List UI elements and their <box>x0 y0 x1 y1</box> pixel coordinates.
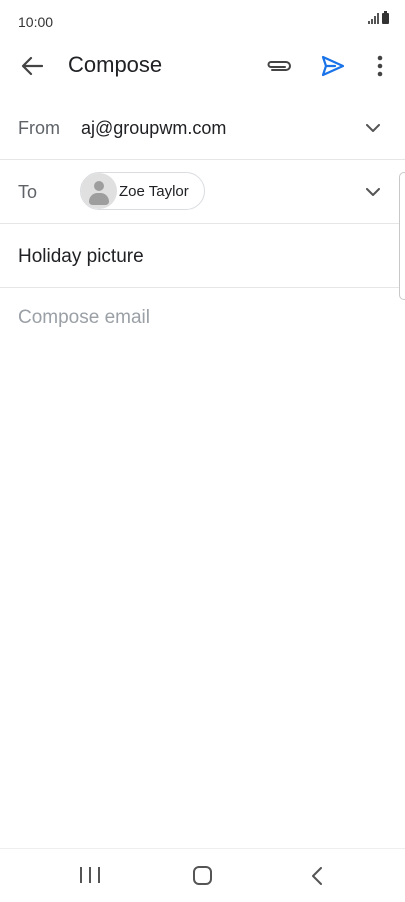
send-icon <box>321 55 345 77</box>
system-nav-bar <box>0 848 405 902</box>
subject-field[interactable]: Holiday picture <box>18 246 144 268</box>
from-address: aj@groupwm.com <box>81 118 227 138</box>
attach-button[interactable] <box>262 50 296 82</box>
signal-icon <box>368 13 379 24</box>
status-icons <box>368 11 389 24</box>
chevron-left-icon <box>312 867 322 885</box>
paperclip-icon <box>267 61 291 71</box>
home-button[interactable] <box>193 866 212 885</box>
to-expand-button[interactable] <box>361 182 385 202</box>
compose-body-input[interactable]: Compose email <box>18 307 150 329</box>
send-button[interactable] <box>316 50 350 82</box>
recents-button[interactable] <box>80 867 100 885</box>
more-vert-icon <box>377 55 383 77</box>
status-bar: 10:00 <box>0 0 405 44</box>
to-label: To <box>18 182 38 202</box>
back-button[interactable] <box>14 50 50 82</box>
status-time: 10:00 <box>18 14 54 30</box>
app-bar: Compose <box>0 44 405 88</box>
battery-icon <box>382 11 389 24</box>
more-options-button[interactable] <box>366 50 394 82</box>
recipient-chip[interactable]: Zoe Taylor <box>80 172 205 210</box>
from-dropdown-button[interactable] <box>361 118 385 138</box>
scroll-handle[interactable] <box>399 172 405 300</box>
chevron-down-icon <box>366 187 380 196</box>
subject-row[interactable]: Holiday picture <box>0 224 405 288</box>
page-title: Compose <box>68 52 163 77</box>
arrow-left-icon <box>21 56 43 76</box>
system-back-button[interactable] <box>308 865 326 887</box>
from-label: From <box>18 118 60 138</box>
avatar <box>81 173 117 209</box>
from-row[interactable]: From aj@groupwm.com <box>0 96 405 160</box>
to-row[interactable]: To Zoe Taylor <box>0 160 405 224</box>
recipient-name: Zoe Taylor <box>119 182 189 200</box>
chevron-down-icon <box>366 123 380 132</box>
